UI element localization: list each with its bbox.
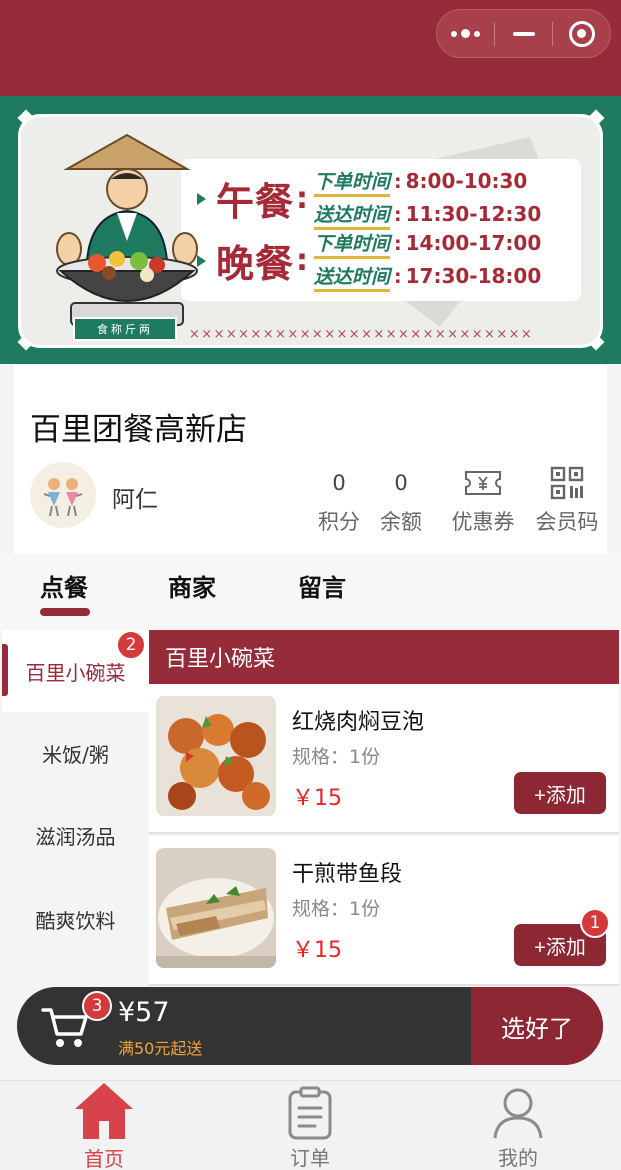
deliver-time-value: 17:30-18:00	[405, 264, 542, 288]
nav-item-home[interactable]: 首页	[44, 1081, 164, 1170]
points-stat[interactable]: 0 积分	[304, 468, 374, 536]
product-image	[156, 696, 276, 816]
fried-hairtail-dish-image	[156, 848, 276, 968]
deliver-time-value: 11:30-12:30	[405, 202, 542, 226]
user-name: 阿仁	[112, 487, 158, 513]
store-name: 百里团餐高新店	[30, 412, 247, 448]
scale-label: 食称斤两	[73, 317, 177, 341]
avatar[interactable]	[30, 462, 96, 528]
order-time-label: 下单时间	[314, 229, 391, 259]
cart-total: ¥57	[118, 997, 170, 1028]
kids-avatar-illustration	[43, 478, 83, 517]
category-label: 米饭/粥	[42, 742, 109, 767]
checkout-button[interactable]: 选好了	[471, 987, 603, 1065]
product-spec: 规格：1份	[292, 746, 381, 768]
nav-label: 我的	[498, 1146, 538, 1170]
braised-pork-dish-image	[156, 696, 276, 816]
product-name: 干煎带鱼段	[292, 862, 403, 887]
lunch-schedule: 午餐 : 下单时间:8:00-10:30 送达时间:11:30-12:30	[197, 167, 541, 230]
category-item-rice-porridge[interactable]: 米饭/粥	[2, 712, 149, 794]
product-price: ￥15	[292, 786, 342, 811]
meal-time-banner: 午餐 : 下单时间:8:00-10:30 送达时间:11:30-12:30 晚餐…	[0, 96, 621, 364]
qr-code-icon	[550, 466, 584, 500]
home-icon	[75, 1083, 133, 1139]
member-code-stat[interactable]: 会员码	[522, 466, 612, 536]
active-tab-indicator	[40, 608, 90, 616]
product-price: ￥15	[292, 938, 342, 963]
cart-count-badge: 3	[82, 991, 112, 1021]
category-item-drinks[interactable]: 酷爽饮料	[2, 878, 149, 960]
product-spec: 规格：1份	[292, 898, 381, 920]
coupon-ticket-icon	[465, 471, 501, 495]
colon-text: :	[296, 181, 309, 216]
lunch-title: 午餐	[216, 179, 295, 224]
member-code-label: 会员码	[535, 510, 599, 534]
tab-order[interactable]: 点餐	[40, 568, 88, 603]
add-to-cart-button[interactable]: +添加	[514, 772, 606, 814]
deliver-time-label: 送达时间	[314, 262, 391, 292]
category-item-soups[interactable]: 滋润汤品	[2, 794, 149, 876]
min-order-note: 满50元起送	[118, 1039, 203, 1058]
nav-label: 订单	[290, 1146, 330, 1170]
category-label: 酷爽饮料	[35, 908, 116, 933]
store-info-card: 百里团餐高新店 阿仁 0 积分 0 余额 优惠券 会员码	[14, 364, 607, 554]
colon-text: :	[296, 243, 309, 278]
order-time-label: 下单时间	[314, 167, 391, 197]
bottom-nav: 首页 订单 我的	[0, 1080, 621, 1170]
dinner-schedule: 晚餐 : 下单时间:14:00-17:00 送达时间:17:30-18:00	[197, 229, 541, 292]
order-clipboard-icon	[288, 1086, 332, 1140]
balance-label: 余额	[380, 510, 422, 534]
mini-program-capsule	[436, 9, 611, 58]
tab-merchant[interactable]: 商家	[168, 568, 216, 603]
nav-item-orders[interactable]: 订单	[250, 1081, 370, 1170]
close-target-icon[interactable]	[553, 10, 610, 57]
balance-value: 0	[394, 471, 408, 495]
order-time-value: 14:00-17:00	[405, 231, 542, 255]
coupon-stat[interactable]: 优惠券	[438, 468, 528, 536]
nav-label: 首页	[84, 1147, 124, 1170]
tab-messages[interactable]: 留言	[298, 568, 346, 603]
points-label: 积分	[318, 510, 360, 534]
section-title: 百里小碗菜	[149, 630, 619, 684]
nav-item-profile[interactable]: 我的	[458, 1081, 578, 1170]
product-count-badge: 1	[580, 908, 610, 938]
dinner-title: 晚餐	[216, 241, 295, 286]
cross-pattern-row: ××××××××××××××××××××××××××××	[189, 327, 534, 342]
product-name: 红烧肉焖豆泡	[292, 710, 425, 735]
minimize-icon[interactable]	[495, 10, 552, 57]
user-icon	[493, 1088, 543, 1139]
deliver-time-label: 送达时间	[314, 200, 391, 230]
category-count-badge: 2	[116, 630, 146, 660]
coupon-label: 优惠券	[451, 510, 515, 534]
product-card[interactable]: 干煎带鱼段 规格：1份 ￥15 +添加	[149, 836, 619, 986]
product-card[interactable]: 红烧肉焖豆泡 规格：1份 ￥15 +添加	[149, 684, 619, 834]
balance-stat[interactable]: 0 余额	[366, 468, 436, 536]
main-tabs: 点餐 商家 留言	[0, 554, 621, 630]
product-image	[156, 848, 276, 968]
category-label: 百里小碗菜	[25, 660, 126, 685]
more-dots-icon[interactable]	[437, 10, 494, 57]
banner-card: 午餐 : 下单时间:8:00-10:30 送达时间:11:30-12:30 晚餐…	[18, 114, 603, 348]
points-value: 0	[332, 471, 346, 495]
category-label: 滋润汤品	[35, 824, 116, 849]
top-bar	[0, 0, 621, 96]
order-time-value: 8:00-10:30	[405, 169, 528, 193]
